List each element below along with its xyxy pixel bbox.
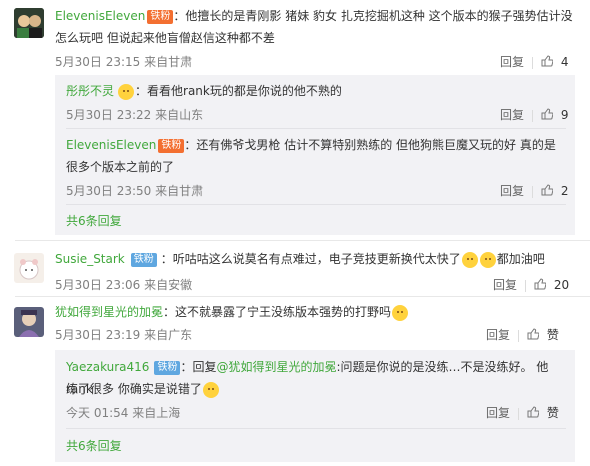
like-icon[interactable] <box>541 55 554 70</box>
username[interactable]: 犹如得到星光的加冕 <box>55 305 163 319</box>
more-replies-link[interactable]: 共6条回复 <box>66 212 122 229</box>
avatar-image <box>14 253 44 283</box>
like-label: 赞 <box>546 328 559 342</box>
comment-text: ：这不就暴露了宁王没练版本强势的打野吗 <box>163 305 392 319</box>
more-replies-link[interactable]: 共6条回复 <box>66 437 122 454</box>
comment-meta: 5月30日 23:15 来自甘肃 <box>55 55 193 69</box>
fan-badge-icon: 铁粉 <box>158 138 185 153</box>
comment-actions: 回复 20 <box>493 276 569 293</box>
action-divider <box>532 185 534 198</box>
like-count: 4 <box>560 55 569 69</box>
reply-2-1-line2: 练了很多 你确实是说错了 <box>66 378 220 400</box>
reply-text-line2: 练了很多 你确实是说错了 <box>66 382 202 396</box>
emoji-icon <box>202 381 219 398</box>
like-icon[interactable] <box>527 328 540 343</box>
like-icon[interactable] <box>541 184 554 199</box>
reply-meta: 5月30日 23:50 来自甘肃 <box>66 184 204 198</box>
comment-divider <box>15 296 590 297</box>
comment-text: ：他擅长的是青刚影 猪妹 豹女 扎克挖掘机这种 这个版本的猴子强势估计没 <box>173 9 573 23</box>
action-divider <box>532 56 534 69</box>
reply-button[interactable]: 回复 <box>500 108 524 122</box>
comment-2-header: Susie_Stark 铁粉 ：听咕咕这么说莫名有点难过，电子竞技更新换代太快了 都加… <box>55 248 575 270</box>
reply-actions: 回复 9 <box>500 106 568 123</box>
reply-actions: 回复 2 <box>500 182 568 199</box>
reply-meta: 5月30日 23:22 来自山东 <box>66 108 204 122</box>
like-count: 20 <box>553 278 570 292</box>
comment-1-header: ElevenisEleven 铁粉 ：他擅长的是青刚影 猪妹 豹女 扎克挖掘机这种 … <box>55 5 575 27</box>
reply-divider <box>66 128 566 129</box>
comment-divider <box>15 240 590 241</box>
reply-prefix: ：回复 <box>180 360 217 374</box>
action-divider <box>518 407 520 420</box>
action-divider <box>532 109 534 122</box>
comment-text-tail: 都加油吧 <box>496 252 545 266</box>
fan-badge-icon: 铁粉 <box>147 9 174 24</box>
like-icon[interactable] <box>527 406 540 421</box>
comment-meta: 5月30日 23:06 来自安徽 <box>55 278 193 292</box>
reply-username[interactable]: Yaezakura416 <box>66 360 149 374</box>
reply-username[interactable]: ElevenisEleven <box>66 138 156 152</box>
avatar-elevenis[interactable] <box>14 8 44 38</box>
username[interactable]: Susie_Stark <box>55 252 125 266</box>
reply-1-1: 彤彤不灵 ：看看他rank玩的都是你说的他不熟的 <box>66 80 342 102</box>
reply-button[interactable]: 回复 <box>500 184 524 198</box>
like-icon[interactable] <box>534 278 547 293</box>
reply-meta: 今天 01:54 来自上海 <box>66 406 181 420</box>
action-divider <box>525 279 527 292</box>
comment-actions: 回复 4 <box>500 53 568 70</box>
reply-divider <box>66 204 566 205</box>
mention-link[interactable]: @犹如得到星光的加冕 <box>216 360 336 374</box>
emoji-icon <box>479 251 496 268</box>
comment-meta: 5月30日 23:19 来自广东 <box>55 328 193 342</box>
reply-text: ：看看他rank玩的都是你说的他不熟的 <box>135 84 342 98</box>
reply-divider <box>66 428 566 429</box>
comment-text: ：听咕咕这么说莫名有点难过，电子竞技更新换代太快了 <box>160 252 461 266</box>
reply-1-2: ElevenisEleven 铁粉 ：还有佛爷戈男枪 估计不算特别熟练的 但他狗熊巨… <box>66 134 571 156</box>
emoji-icon <box>461 251 478 268</box>
action-divider <box>518 329 520 342</box>
reply-button[interactable]: 回复 <box>493 278 517 292</box>
reply-text: ：还有佛爷戈男枪 估计不算特别熟练的 但他狗熊巨魔又玩的好 真的是 <box>184 138 556 152</box>
emoji-icon <box>118 83 135 100</box>
comment-3-header: 犹如得到星光的加冕：这不就暴露了宁王没练版本强势的打野吗 <box>55 301 575 323</box>
like-count: 9 <box>560 108 569 122</box>
reply-button[interactable]: 回复 <box>500 55 524 69</box>
reply-username[interactable]: 彤彤不灵 <box>66 84 114 98</box>
reply-button[interactable]: 回复 <box>486 328 510 342</box>
reply-text-line2: 很多个版本之前的了 <box>66 160 175 174</box>
comment-text-line2: 怎么玩吧 但说起来他盲僧赵信这种都不差 <box>55 31 275 45</box>
avatar-xingguang[interactable] <box>14 307 44 337</box>
avatar-susie[interactable] <box>14 253 44 283</box>
reply-button[interactable]: 回复 <box>486 406 510 420</box>
avatar-image <box>14 307 44 337</box>
reply-actions: 回复 赞 <box>486 404 559 421</box>
username[interactable]: ElevenisEleven <box>55 9 145 23</box>
like-icon[interactable] <box>541 108 554 123</box>
fan-badge-icon: 铁粉 <box>130 252 157 267</box>
avatar-image <box>14 8 44 38</box>
fan-badge-icon: 铁粉 <box>154 360 181 375</box>
like-label: 赞 <box>546 406 559 420</box>
emoji-icon <box>392 304 409 321</box>
comment-actions: 回复 赞 <box>486 326 559 343</box>
like-count: 2 <box>560 184 569 198</box>
